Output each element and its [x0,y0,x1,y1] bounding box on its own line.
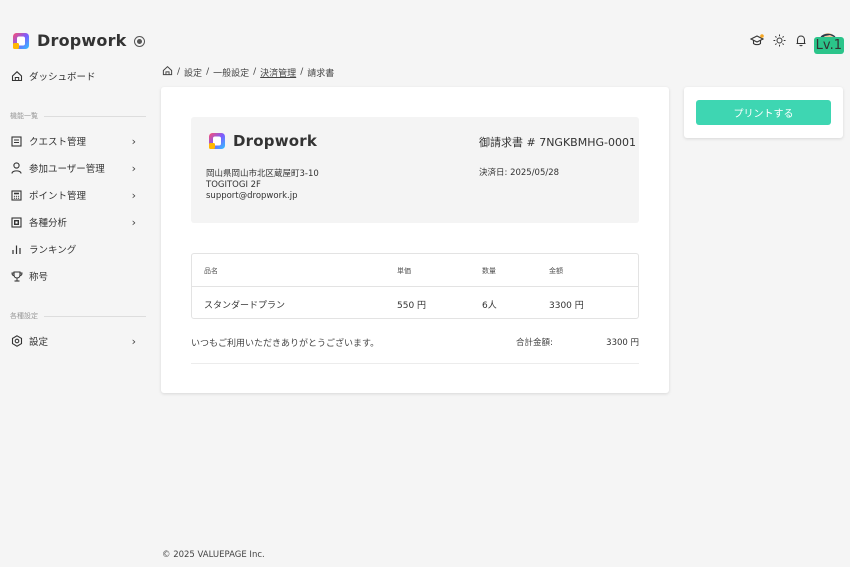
dropwork-logo-icon [208,132,226,150]
breadcrumb-separator: / [177,67,181,77]
invoice-card: Dropwork 岡山県岡山市北区蔵屋町3-10 TOGITOGI 2F sup… [161,87,669,393]
breadcrumb-separator: / [253,67,257,77]
cell-item: スタンダードプラン [204,301,286,311]
breadcrumb-item-invoice: 請求書 [307,68,335,79]
sidebar-item-titles[interactable]: 称号 [10,266,136,286]
sidebar-toggle-icon[interactable] [134,36,145,47]
breadcrumb-separator: / [300,67,304,77]
sidebar-item-label: 参加ユーザー管理 [29,164,105,175]
total-label: 合計金額: [516,338,553,348]
cell-amount: 3300 円 [549,301,584,311]
print-panel: プリントする [684,87,843,138]
bar-chart-icon [10,243,23,256]
chevron-right-icon: › [131,134,136,148]
sidebar-item-dashboard[interactable]: ダッシュボード [10,66,136,86]
sidebar: Dropwork ダッシュボード 機能一覧 クエスト管理 › 参加ユーザー管理 … [0,0,150,567]
invoice-header: Dropwork 岡山県岡山市北区蔵屋町3-10 TOGITOGI 2F sup… [191,117,639,223]
bell-icon[interactable] [795,34,807,47]
address-line: 岡山県岡山市北区蔵屋町3-10 [206,169,319,179]
gear-icon [10,335,23,348]
sidebar-item-ranking[interactable]: ランキング [10,239,136,259]
sidebar-item-label: 設定 [29,337,49,348]
breadcrumb-item-settings[interactable]: 設定 [184,66,202,79]
table-row: スタンダードプラン 550 円 6人 3300 円 [192,288,638,321]
print-button[interactable]: プリントする [696,100,831,125]
sidebar-item-label: ダッシュボード [29,72,96,83]
payment-date: 決済日: 2025/05/28 [479,168,560,178]
sidebar-item-users[interactable]: 参加ユーザー管理 › [10,158,136,178]
sidebar-item-settings[interactable]: 設定 › [10,331,136,351]
address-line: TOGITOGI 2F [206,180,261,190]
total-value: 3300 円 [606,338,639,348]
invoice-table: 品名 単価 数量 金額 スタンダードプラン 550 円 6人 3300 円 [191,253,639,319]
cell-unit-price: 550 円 [397,301,427,311]
list-icon [10,135,23,148]
chevron-right-icon: › [131,334,136,348]
invoice-summary: いつもご利用いただきありがとうございます。 合計金額: 3300 円 [191,330,639,364]
sidebar-item-analytics[interactable]: 各種分析 › [10,212,136,232]
support-email: support@dropwork.jp [206,191,298,201]
user-icon [10,162,23,175]
invoice-number: 御請求書 # 7NGKBMHG-0001 [479,136,636,149]
sidebar-item-label: ポイント管理 [29,191,87,202]
sidebar-item-label: クエスト管理 [29,137,87,148]
home-icon [10,70,23,83]
table-header-row: 品名 単価 数量 金額 [192,254,638,287]
chevron-right-icon: › [131,188,136,202]
column-header-quantity: 数量 [482,266,496,275]
breadcrumb-separator: / [206,67,210,77]
level-badge: Lv.1 [813,37,844,54]
analytics-icon [10,216,23,229]
sidebar-item-label: 各種分析 [29,218,68,229]
trophy-icon [10,270,23,283]
avatar[interactable]: Lv.1 [813,28,844,54]
graduation-cap-icon[interactable] [750,33,764,47]
sidebar-item-label: ランキング [29,245,77,256]
column-header-item: 品名 [204,266,218,275]
dropwork-logo-icon [12,32,30,50]
column-header-unit-price: 単価 [397,266,411,275]
sidebar-item-label: 称号 [29,272,49,283]
sidebar-item-quest[interactable]: クエスト管理 › [10,131,136,151]
breadcrumb: / 設定 / 一般設定 / 決済管理 / 請求書 [162,65,334,79]
home-icon[interactable] [162,65,173,79]
chevron-right-icon: › [131,215,136,229]
copyright: © 2025 VALUEPAGE Inc. [162,550,265,560]
section-label-functions: 機能一覧 [10,111,146,121]
chevron-right-icon: › [131,161,136,175]
thanks-message: いつもご利用いただきありがとうございます。 [191,339,380,349]
brand-logo[interactable]: Dropwork [12,31,127,50]
calculator-icon [10,189,23,202]
header-actions: Lv.1 [750,28,844,54]
sidebar-item-points[interactable]: ポイント管理 › [10,185,136,205]
sun-icon[interactable] [773,34,786,47]
cell-quantity: 6人 [482,301,497,311]
brand-name: Dropwork [37,31,127,50]
invoice-brand-name: Dropwork [233,132,318,150]
section-label-settings: 各種設定 [10,311,146,321]
breadcrumb-item-payment[interactable]: 決済管理 [260,66,296,79]
column-header-amount: 金額 [549,266,563,275]
invoice-address: 岡山県岡山市北区蔵屋町3-10 TOGITOGI 2F support@drop… [206,169,319,202]
breadcrumb-item-general[interactable]: 一般設定 [213,66,249,79]
invoice-logo: Dropwork [208,132,317,150]
